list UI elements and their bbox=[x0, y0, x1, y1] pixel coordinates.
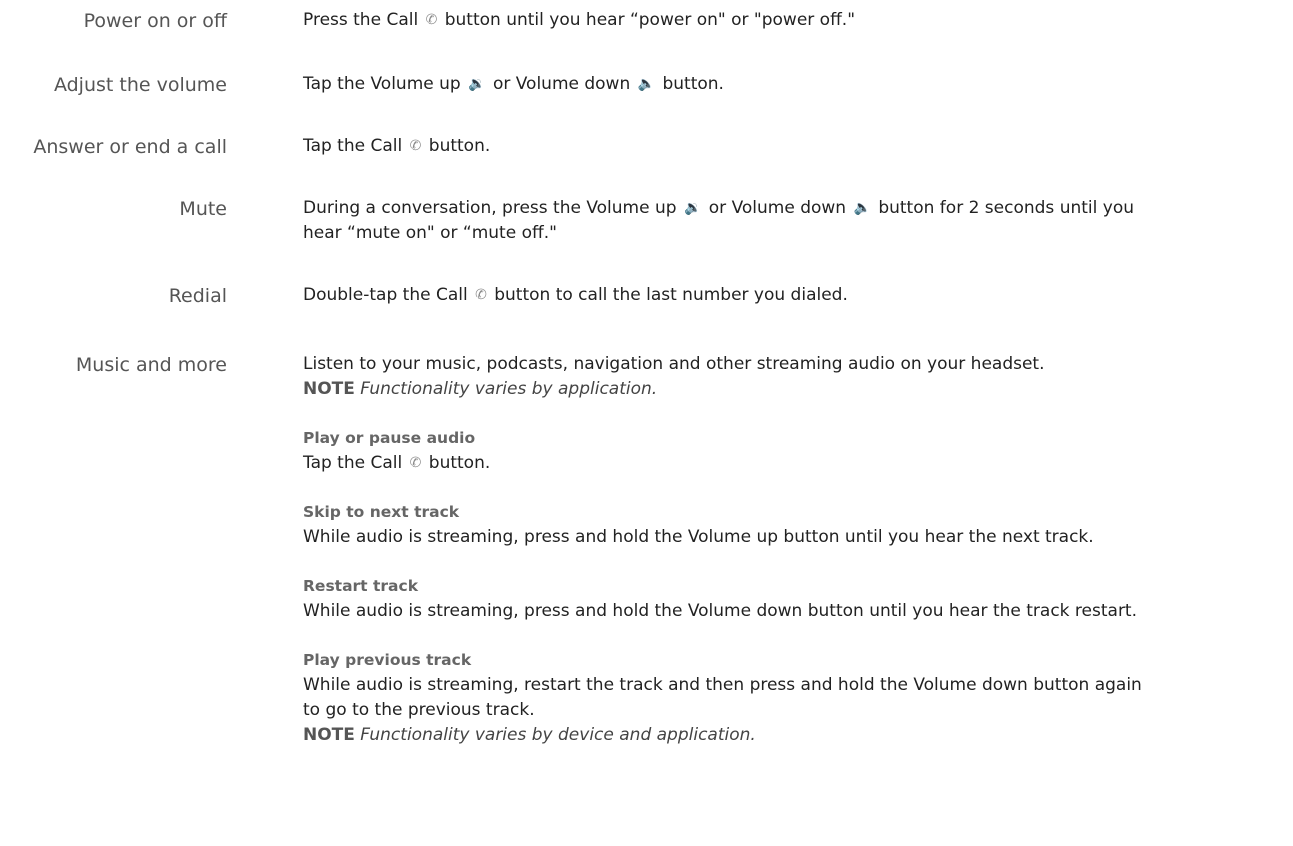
volume-text-pre: Tap the Volume up bbox=[303, 74, 461, 94]
previous-track-note: NOTE Functionality varies by device and … bbox=[303, 723, 1278, 748]
power-text-post: button until you hear “power on" or "pow… bbox=[444, 10, 856, 30]
call-icon: ✆ bbox=[409, 455, 422, 471]
row-body-power: Press the Call ✆ button until you hear “… bbox=[303, 8, 1278, 33]
redial-text-post: button to call the last number you diale… bbox=[494, 285, 848, 305]
row-label-answer: Answer or end a call bbox=[33, 136, 227, 158]
play-pause-heading: Play or pause audio bbox=[303, 429, 476, 447]
volume-down-icon: 🔈 bbox=[853, 200, 871, 216]
play-text-pre: Tap the Call bbox=[303, 453, 403, 473]
volume-text-mid: or Volume down bbox=[492, 74, 631, 94]
row-body-volume: Tap the Volume up 🔉 or Volume down 🔈 but… bbox=[303, 72, 1278, 97]
row-label-power: Power on or off bbox=[83, 10, 227, 32]
row-label-music: Music and more bbox=[75, 354, 227, 376]
restart-track-heading: Restart track bbox=[303, 577, 419, 595]
note-keyword: NOTE bbox=[303, 725, 355, 745]
volume-up-icon: 🔉 bbox=[683, 200, 702, 216]
call-icon: ✆ bbox=[425, 12, 438, 28]
call-icon: ✆ bbox=[475, 287, 487, 303]
skip-track-heading: Skip to next track bbox=[303, 503, 460, 521]
mute-text-pre: During a conversation, press the Volume … bbox=[303, 198, 677, 218]
row-body-answer: Tap the Call ✆ button. bbox=[303, 134, 1278, 159]
row-label-volume: Adjust the volume bbox=[53, 74, 227, 96]
answer-text-post: button. bbox=[428, 136, 491, 156]
answer-text-pre: Tap the Call bbox=[303, 136, 403, 156]
previous-track-line1: While audio is streaming, restart the tr… bbox=[303, 675, 1142, 695]
row-body-mute: During a conversation, press the Volume … bbox=[303, 196, 1278, 246]
row-body-redial: Double-tap the Call ✆ button to call the… bbox=[303, 283, 1278, 308]
quick-guide-page: Power on or off Press the Call ✆ button … bbox=[0, 0, 1293, 846]
previous-track-heading: Play previous track bbox=[303, 651, 472, 669]
mute-text-post: button for 2 seconds until you bbox=[878, 198, 1134, 218]
restart-track-text: While audio is streaming, press and hold… bbox=[303, 601, 1137, 621]
music-intro: Listen to your music, podcasts, navigati… bbox=[303, 354, 1045, 374]
note-text: Functionality varies by application. bbox=[360, 379, 658, 399]
row-label-redial: Redial bbox=[168, 285, 227, 307]
power-text-pre: Press the Call bbox=[303, 10, 419, 30]
row-body-music: Listen to your music, podcasts, navigati… bbox=[303, 352, 1278, 748]
volume-up-icon: 🔉 bbox=[468, 76, 486, 92]
skip-track-text: While audio is streaming, press and hold… bbox=[303, 527, 1094, 547]
redial-text-pre: Double-tap the Call bbox=[303, 285, 468, 305]
row-label-mute: Mute bbox=[179, 198, 227, 220]
music-note: NOTE Functionality varies by application… bbox=[303, 377, 1278, 402]
play-pause-text: Tap the Call ✆ button. bbox=[303, 451, 1278, 476]
volume-down-icon: 🔈 bbox=[637, 76, 656, 92]
previous-track-line2: to go to the previous track. bbox=[303, 700, 535, 720]
play-text-post: button. bbox=[428, 453, 491, 473]
note-keyword: NOTE bbox=[303, 379, 355, 399]
mute-text-line2: hear “mute on" or “mute off." bbox=[303, 223, 557, 243]
mute-text-mid: or Volume down bbox=[708, 198, 847, 218]
call-icon: ✆ bbox=[409, 138, 422, 154]
volume-text-post: button. bbox=[662, 74, 724, 94]
note-text: Functionality varies by device and appli… bbox=[360, 725, 756, 745]
